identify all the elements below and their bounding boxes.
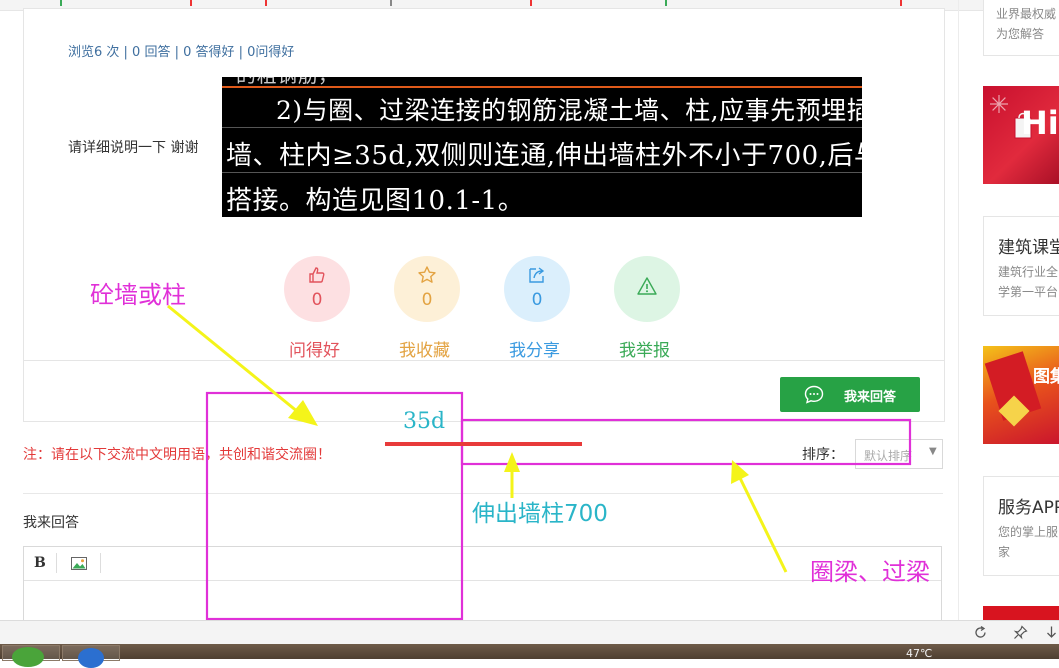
toolbar-divider — [56, 553, 57, 573]
report-button[interactable] — [614, 256, 680, 322]
share-label[interactable]: 我分享 — [509, 336, 560, 361]
sidebar-card-expert[interactable]: 业界最权威 为您解答 — [983, 0, 1059, 56]
sidebar-card-text: 业界最权威 — [996, 7, 1057, 21]
like-label[interactable]: 问得好 — [289, 336, 340, 361]
refresh-icon[interactable] — [973, 625, 988, 640]
cpu-temperature: 47℃ — [906, 647, 933, 660]
like-question-button[interactable]: 0 — [284, 256, 350, 322]
bookmark-icon[interactable] — [900, 0, 902, 6]
sidebar-card-text: 家 — [998, 545, 1011, 559]
favorite-button[interactable]: 0 — [394, 256, 460, 322]
sidebar-card-title: 服务APP — [998, 498, 1059, 518]
sidebar-card-course[interactable]: 建筑课堂 建筑行业全 学第一平台 — [983, 216, 1059, 316]
share-count: 0 — [531, 290, 543, 310]
sidebar-card-text: 建筑行业全 — [998, 265, 1059, 279]
annotation-wall-column: 砼墙或柱 — [90, 281, 186, 309]
sidebar-card-title: 建筑课堂 — [998, 238, 1059, 258]
bookmark-icon[interactable] — [190, 0, 192, 6]
bookmark-icon[interactable] — [530, 0, 532, 6]
sort-selected-value: 默认排序 — [864, 449, 913, 463]
bookmark-icon[interactable] — [665, 0, 667, 6]
start-menu-icon[interactable] — [12, 647, 44, 667]
image-rule — [222, 86, 862, 88]
sort-select[interactable]: 默认排序 ▼ — [855, 439, 943, 469]
answer-editor[interactable]: B — [23, 546, 942, 628]
image-icon[interactable] — [71, 557, 87, 570]
share-icon — [529, 267, 545, 283]
sidebar-card-text: 为您解答 — [996, 27, 1045, 41]
question-description: 请详细说明一下 谢谢 — [68, 140, 199, 156]
sidebar-divider — [958, 0, 959, 620]
os-taskbar — [0, 644, 1059, 659]
like-count: 0 — [311, 290, 323, 310]
bookmark-icon[interactable] — [390, 0, 392, 6]
favorite-count: 0 — [421, 290, 433, 310]
answer-button[interactable]: 我来回答 — [780, 377, 920, 412]
image-rule — [222, 172, 862, 173]
browser-app-icon[interactable] — [78, 648, 104, 668]
download-icon[interactable] — [1044, 625, 1059, 640]
bookmark-icon[interactable] — [265, 0, 267, 6]
bold-button[interactable]: B — [34, 555, 46, 571]
pin-icon[interactable] — [1013, 625, 1028, 640]
editor-toolbar: B — [24, 547, 941, 581]
card-divider — [23, 360, 944, 361]
question-stats: 浏览6 次 | 0 回答 | 0 答得好 | 0问得好 — [68, 45, 295, 60]
favorite-label[interactable]: 我收藏 — [399, 336, 450, 361]
star-icon — [418, 266, 436, 283]
sort-label: 排序： — [802, 447, 844, 463]
report-label[interactable]: 我举报 — [619, 336, 670, 361]
sidebar-banner-christmas[interactable]: Hig — [983, 86, 1059, 184]
sidebar-card-text: 学第一平台 — [998, 285, 1059, 299]
banner-text: 图集 — [1033, 367, 1059, 387]
chevron-down-icon: ▼ — [929, 446, 937, 457]
arrow-to-rebar — [504, 452, 520, 498]
answer-button-label: 我来回答 — [844, 389, 897, 404]
thumbs-up-icon — [309, 267, 325, 283]
banner-text: Hig — [1021, 104, 1059, 142]
toolbar-divider — [100, 553, 101, 573]
question-image[interactable]: 的粗钢筋， 2)与圈、过梁连接的钢筋混凝土墙、柱,应事先预埋插筋,单侧锚入 墙、… — [222, 77, 862, 217]
browser-status-bar — [0, 620, 1059, 645]
image-rule — [222, 127, 862, 128]
image-text-line: 搭接。构造见图10.1-1。 — [226, 186, 525, 216]
bookmark-icon[interactable] — [60, 0, 62, 6]
sidebar-card-app[interactable]: 服务APP 您的掌上服 家 — [983, 476, 1059, 576]
image-text-line: 2)与圈、过梁连接的钢筋混凝土墙、柱,应事先预埋插筋,单侧锚入 — [276, 96, 862, 125]
civility-notice: 注：请在以下交流中文明用语，共创和谐交流圈！ — [23, 447, 331, 463]
chat-bubble-icon — [804, 385, 824, 404]
annotation-ring-beam: 圈梁、过梁 — [810, 558, 930, 586]
annotation-extend-700: 伸出墙柱700 — [472, 501, 608, 527]
share-button[interactable]: 0 — [504, 256, 570, 322]
sidebar-banner-atlas[interactable]: 图集 — [983, 346, 1059, 444]
my-answer-heading: 我来回答 — [23, 515, 79, 531]
sidebar-card-text: 您的掌上服 — [998, 525, 1059, 539]
warning-icon — [637, 277, 657, 295]
snowflake-icon — [990, 95, 1008, 113]
sidebar-banner-partial[interactable] — [983, 606, 1059, 620]
annotation-anchor-length: 35d — [403, 409, 446, 434]
image-text-line: 墙、柱内≥35d,双侧则连通,伸出墙柱外不小于700,后与圈、过梁钢筋 — [226, 141, 862, 171]
